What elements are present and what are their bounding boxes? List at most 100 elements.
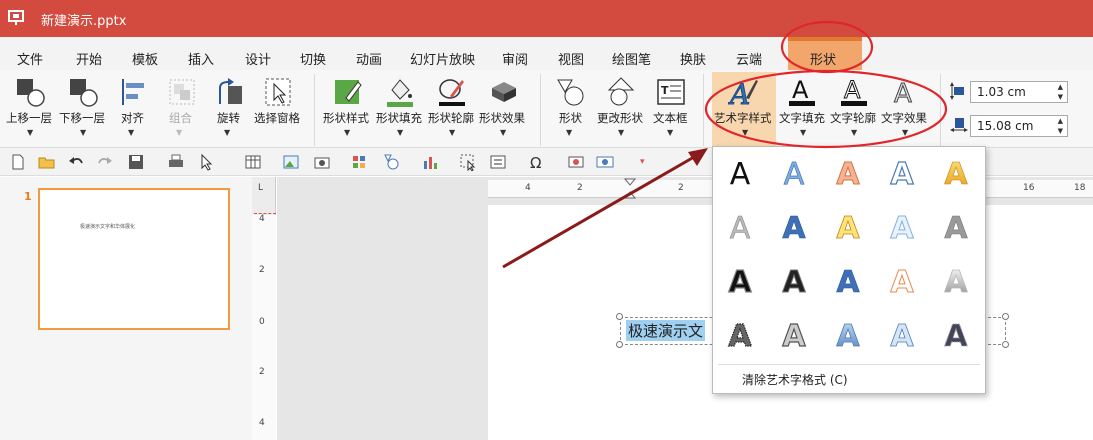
resize-handle[interactable] <box>1002 313 1009 320</box>
shape-effect-icon[interactable] <box>488 76 520 108</box>
tab-pen[interactable]: 绘图笔 <box>612 49 651 68</box>
tab-slideshow[interactable]: 幻灯片放映 <box>410 49 475 68</box>
table-icon[interactable] <box>244 153 262 171</box>
smartart-icon[interactable] <box>350 153 368 171</box>
rotate-button[interactable]: 旋转 <box>217 110 240 126</box>
art-style-18[interactable]: A <box>836 319 861 355</box>
new-file-icon[interactable] <box>9 153 27 171</box>
art-style-6[interactable]: A <box>729 211 751 247</box>
art-style-3[interactable]: A <box>836 157 861 193</box>
save-icon[interactable] <box>127 153 145 171</box>
shape-fill-icon[interactable] <box>384 76 416 108</box>
chart-icon[interactable] <box>421 153 439 171</box>
art-style-14[interactable]: A <box>890 265 915 301</box>
shape-style-icon[interactable] <box>332 76 364 108</box>
art-style-12[interactable]: A <box>782 265 807 301</box>
chevron-down-icon[interactable]: ▼ <box>397 128 403 137</box>
align-button[interactable]: 对齐 <box>121 110 144 126</box>
tab-cloud[interactable]: 云端 <box>736 49 762 68</box>
shape-outline-icon[interactable] <box>436 76 468 108</box>
tab-file[interactable]: 文件 <box>17 49 43 68</box>
art-style-icon[interactable]: A <box>728 76 760 108</box>
preview-icon[interactable] <box>596 153 614 171</box>
art-style-16[interactable]: A <box>728 318 753 354</box>
tab-view[interactable]: 视图 <box>558 49 584 68</box>
selection-pane-icon[interactable] <box>262 76 294 108</box>
art-style-15[interactable]: A <box>944 265 969 301</box>
text-effect-button[interactable]: 文字效果 <box>881 110 927 126</box>
indent-marker-icon[interactable] <box>624 178 636 200</box>
art-style-button[interactable]: 艺术字样式 <box>714 110 772 126</box>
resize-handle[interactable] <box>616 341 623 348</box>
art-style-13[interactable]: A <box>836 265 861 301</box>
text-outline-icon[interactable]: A <box>838 76 870 108</box>
chevron-down-icon[interactable]: ▼ <box>800 128 806 137</box>
art-style-20[interactable]: A <box>944 319 969 355</box>
chevron-down-icon[interactable]: ▼ <box>224 128 230 137</box>
art-style-17[interactable]: A <box>782 318 807 354</box>
chevron-down-icon[interactable]: ▼ <box>500 128 506 137</box>
screenshot-icon[interactable] <box>313 153 331 171</box>
chevron-down-icon[interactable]: ▼ <box>902 128 908 137</box>
width-field[interactable]: 15.08 cm ▲ ▼ <box>970 115 1068 137</box>
text-fill-icon[interactable]: A <box>786 76 818 108</box>
text-fill-button[interactable]: 文字填充 <box>779 110 825 126</box>
select-icon[interactable] <box>459 153 477 171</box>
art-style-19[interactable]: A <box>890 319 915 355</box>
undo-icon[interactable] <box>67 153 85 171</box>
tab-animation[interactable]: 动画 <box>356 49 382 68</box>
shape-effect-button[interactable]: 形状效果 <box>479 110 525 126</box>
art-style-9[interactable]: A <box>890 211 915 247</box>
art-style-8[interactable]: A <box>836 211 861 247</box>
text-box-button[interactable]: 文本框 <box>653 110 688 126</box>
art-style-7[interactable]: A <box>782 211 807 247</box>
clear-art-style-menu-item[interactable]: 清除艺术字格式 (C) <box>742 371 848 388</box>
picture-icon[interactable] <box>282 153 300 171</box>
shape-style-button[interactable]: 形状样式 <box>323 110 369 126</box>
selection-pane-button[interactable]: 选择窗格 <box>254 110 300 126</box>
resize-handle[interactable] <box>1002 341 1009 348</box>
chevron-down-icon[interactable]: ▼ <box>449 128 455 137</box>
send-backward-button[interactable]: 下移一层 <box>59 110 105 126</box>
tab-insert[interactable]: 插入 <box>188 49 214 68</box>
shape-icon[interactable] <box>554 76 586 108</box>
chevron-down-icon[interactable]: ▼ <box>128 128 134 137</box>
chevron-down-icon[interactable]: ▼ <box>618 128 624 137</box>
chevron-down-icon[interactable]: ▼ <box>27 128 33 137</box>
redo-icon[interactable] <box>96 153 114 171</box>
textbox-icon[interactable] <box>489 153 507 171</box>
tab-transition[interactable]: 切换 <box>300 49 326 68</box>
resize-handle[interactable] <box>616 313 623 320</box>
customize-toolbar-icon[interactable]: ▾ <box>640 157 645 167</box>
change-shape-button[interactable]: 更改形状 <box>597 110 643 126</box>
art-style-2[interactable]: A <box>783 157 805 193</box>
art-style-grid[interactable]: A A A A A A A A A A A A A A A A A A A A <box>712 146 986 364</box>
pointer-icon[interactable] <box>197 153 215 171</box>
bring-forward-icon[interactable] <box>14 76 46 108</box>
height-field[interactable]: 1.03 cm ▲ ▼ <box>970 81 1068 103</box>
bring-forward-button[interactable]: 上移一层 <box>6 110 52 126</box>
art-style-11[interactable]: A <box>728 264 753 300</box>
spin-arrows-icon[interactable]: ▲ ▼ <box>1058 82 1063 102</box>
shape-fill-button[interactable]: 形状填充 <box>376 110 422 126</box>
ruler-corner[interactable]: L <box>258 183 263 193</box>
tab-home[interactable]: 开始 <box>76 49 102 68</box>
change-shape-icon[interactable] <box>605 76 637 108</box>
art-style-5[interactable]: A <box>944 157 969 193</box>
art-style-10[interactable]: A <box>944 211 969 247</box>
open-folder-icon[interactable] <box>38 153 56 171</box>
chevron-down-icon[interactable]: ▼ <box>344 128 350 137</box>
textbox-selected-text[interactable]: 极速演示文 <box>626 320 706 341</box>
tab-skin[interactable]: 换肤 <box>680 49 706 68</box>
text-box-icon[interactable]: T <box>655 76 687 108</box>
print-icon[interactable] <box>167 153 185 171</box>
shape-outline-button[interactable]: 形状轮廓 <box>428 110 474 126</box>
art-style-4[interactable]: A <box>890 156 915 192</box>
chevron-down-icon[interactable]: ▼ <box>667 128 673 137</box>
shape-button[interactable]: 形状 <box>559 110 582 126</box>
tab-design[interactable]: 设计 <box>245 49 271 68</box>
media-icon[interactable] <box>567 153 585 171</box>
shapes-icon[interactable] <box>382 153 400 171</box>
chevron-down-icon[interactable]: ▼ <box>851 128 857 137</box>
text-effect-icon[interactable]: A <box>889 76 921 109</box>
